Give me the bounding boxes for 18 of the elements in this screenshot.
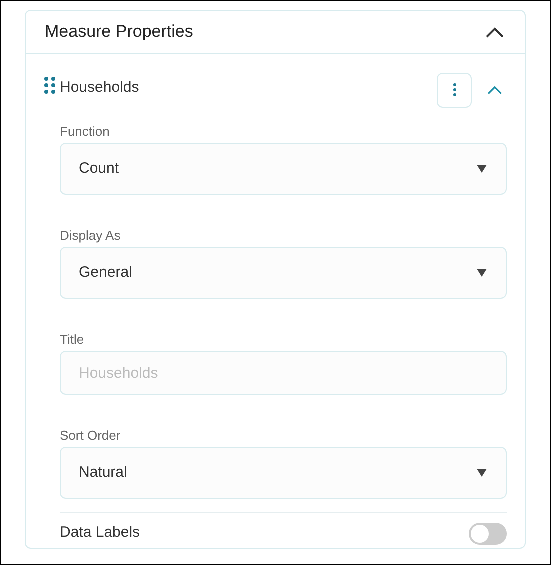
more-vertical-icon xyxy=(452,83,456,97)
select-field[interactable]: Count xyxy=(60,143,507,195)
field-label: Sort Order xyxy=(60,428,122,443)
toggle-switch[interactable] xyxy=(469,522,507,544)
toggle-label: Data Labels xyxy=(60,523,140,544)
measure-name: Households xyxy=(60,78,140,98)
select-field[interactable]: General xyxy=(60,247,507,299)
field-label: Title xyxy=(60,332,86,347)
collapse-chevron-icon[interactable] xyxy=(485,26,505,38)
input-field[interactable]: Households xyxy=(60,351,507,395)
dropdown-caret-icon xyxy=(477,165,487,173)
panel-title: Measure Properties xyxy=(45,21,194,44)
field-label: Function xyxy=(60,124,111,139)
select-field[interactable]: Natural xyxy=(60,447,507,499)
drag-handle-icon[interactable] xyxy=(44,76,56,94)
dropdown-caret-icon xyxy=(477,269,487,277)
field-label: Display As xyxy=(60,228,122,243)
dropdown-caret-icon xyxy=(477,469,487,477)
